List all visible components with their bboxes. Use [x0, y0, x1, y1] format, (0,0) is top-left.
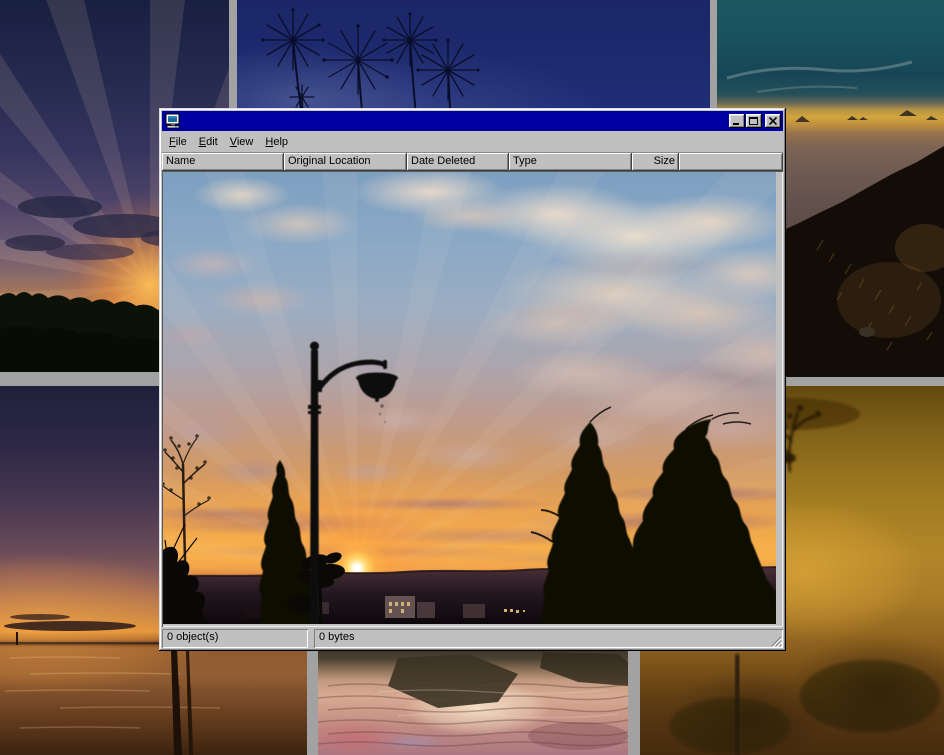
maximize-icon	[749, 117, 758, 125]
photo-silhouettes	[163, 172, 776, 624]
right-trees-silhouette	[541, 419, 776, 624]
recycle-bin-window: FileEditViewHelp NameOriginal LocationDa…	[159, 108, 786, 651]
column-headers: NameOriginal LocationDate DeletedTypeSiz…	[162, 153, 783, 171]
menu-view[interactable]: View	[224, 134, 260, 151]
menu-edit[interactable]: Edit	[193, 134, 224, 151]
column-header-name[interactable]: Name	[162, 153, 284, 171]
titlebar[interactable]	[162, 111, 783, 131]
column-header-filler	[679, 153, 783, 171]
column-header-date-deleted[interactable]: Date Deleted	[407, 153, 509, 171]
status-bar: 0 object(s) 0 bytes	[162, 629, 783, 648]
minimize-icon	[733, 123, 739, 125]
computer-icon[interactable]	[165, 113, 181, 129]
list-view-photo-background	[163, 172, 782, 626]
desktop: { "window": { "title": "", "icon": "comp…	[0, 0, 944, 755]
close-icon	[769, 117, 777, 125]
minimize-button[interactable]	[729, 114, 745, 128]
maximize-button[interactable]	[746, 114, 762, 128]
resize-grip[interactable]	[769, 634, 782, 647]
column-header-type[interactable]: Type	[509, 153, 632, 171]
column-header-original-location[interactable]: Original Location	[284, 153, 407, 171]
menu-bar: FileEditViewHelp	[162, 132, 783, 153]
close-button[interactable]	[765, 114, 781, 128]
column-header-size[interactable]: Size	[632, 153, 679, 171]
status-byte-count: 0 bytes	[314, 629, 783, 648]
list-view[interactable]	[162, 171, 783, 627]
status-object-count: 0 object(s)	[162, 629, 308, 648]
menu-file[interactable]: File	[163, 134, 193, 151]
menu-help[interactable]: Help	[259, 134, 294, 151]
